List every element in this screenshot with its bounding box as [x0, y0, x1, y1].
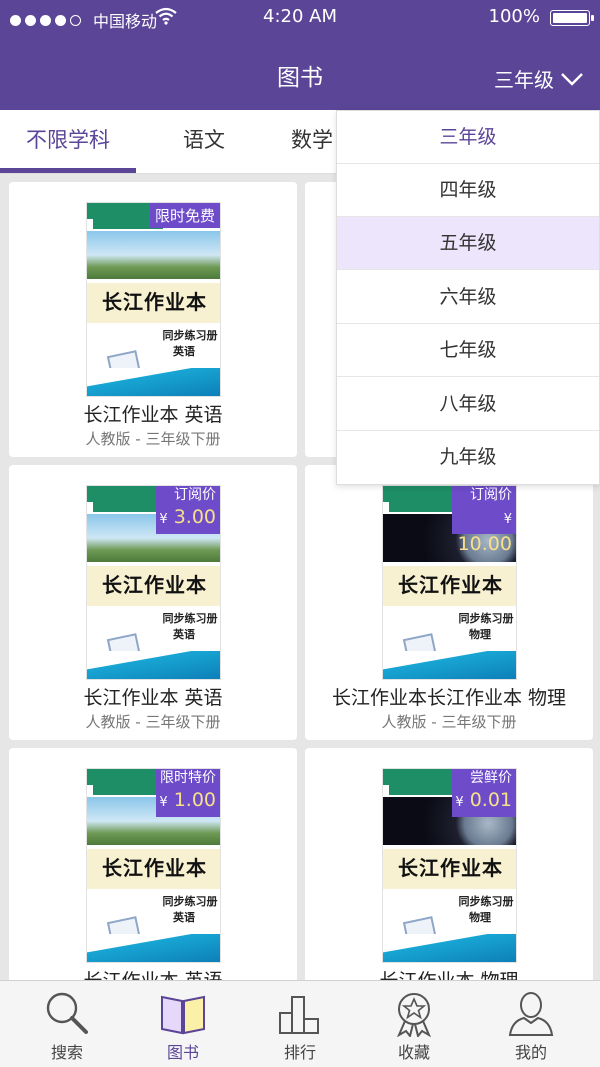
grade-selector[interactable]: 三年级 — [494, 64, 584, 93]
price-badge: 订阅价 ¥ 10.00 — [452, 486, 516, 555]
tab-search[interactable]: 搜索 — [7, 981, 127, 1067]
price-badge: 订阅价 ¥ 3.00 — [156, 486, 220, 534]
price-value: 0.01 — [469, 789, 512, 811]
bottom-tab-bar: 搜索 图书 排行 收藏 我的 — [0, 980, 600, 1067]
search-icon — [46, 992, 88, 1034]
grade-selector-label: 三年级 — [494, 68, 554, 92]
grade-option[interactable]: 六年级 — [337, 271, 599, 324]
book-card[interactable]: 长江作业本 同步练习册 英语 订阅价 ¥ 3.00 长江作业本 英语 人教版 -… — [9, 465, 297, 740]
book-cover: 长江作业本 同步练习册 英语 限时特价 ¥ 1.00 — [86, 768, 221, 963]
price-badge: 尝鲜价 ¥ 0.01 — [452, 769, 516, 817]
battery-icon — [550, 10, 594, 26]
tab-profile[interactable]: 我的 — [471, 981, 591, 1067]
book-icon — [161, 995, 205, 1035]
book-card[interactable]: 长江作业本 同步练习册 物理 订阅价 ¥ 10.00 长江作业本长江作业本 物理… — [305, 465, 593, 740]
price-value: 1.00 — [173, 789, 216, 811]
price-badge: 限时特价 ¥ 1.00 — [156, 769, 220, 817]
price-value: 3.00 — [173, 506, 216, 528]
book-card[interactable]: 长江作业本 同步练习册 英语 限时免费 长江作业本 英语 人教版 - 三年级下册 — [9, 182, 297, 457]
book-title: 长江作业本 英语 — [83, 404, 223, 426]
grade-option[interactable]: 九年级 — [337, 431, 599, 484]
grade-option[interactable]: 四年级 — [337, 164, 599, 217]
tab-favorites[interactable]: 收藏 — [354, 981, 474, 1067]
book-cover: 长江作业本 同步练习册 英语 限时免费 — [86, 202, 221, 397]
grade-dropdown: 三年级 四年级 五年级 六年级 七年级 八年级 九年级 — [336, 110, 600, 485]
book-title: 长江作业本长江作业本 物理 — [331, 687, 567, 709]
book-edition: 人教版 - 三年级下册 — [85, 430, 221, 448]
ranking-icon — [279, 996, 319, 1034]
grade-option[interactable]: 八年级 — [337, 378, 599, 431]
cover-scene-image — [87, 231, 220, 279]
book-edition: 人教版 - 三年级下册 — [381, 713, 517, 731]
promo-badge: 限时免费 — [149, 203, 220, 228]
chevron-down-icon — [561, 72, 583, 86]
book-edition: 人教版 - 三年级下册 — [85, 713, 221, 731]
battery-percent: 100% — [488, 6, 540, 27]
book-cover: 长江作业本 同步练习册 物理 订阅价 ¥ 10.00 — [382, 485, 517, 680]
grade-option[interactable]: 七年级 — [337, 324, 599, 377]
book-cover: 长江作业本 同步练习册 英语 订阅价 ¥ 3.00 — [86, 485, 221, 680]
grade-option[interactable]: 三年级 — [337, 111, 599, 164]
medal-icon — [397, 993, 431, 1037]
book-cover: 长江作业本 同步练习册 物理 尝鲜价 ¥ 0.01 — [382, 768, 517, 963]
tab-books[interactable]: 图书 — [123, 981, 243, 1067]
tab-chinese[interactable]: 语文 — [136, 110, 272, 174]
book-title: 长江作业本 英语 — [83, 687, 223, 709]
top-bar: 中国移动 4:20 AM 100% 图书 三年级 — [0, 0, 600, 110]
tab-ranking[interactable]: 排行 — [240, 981, 360, 1067]
status-bar: 中国移动 4:20 AM 100% — [0, 0, 600, 34]
user-icon — [508, 992, 554, 1036]
grade-option[interactable]: 五年级 — [337, 217, 599, 270]
tab-all-subjects[interactable]: 不限学科 — [0, 110, 136, 174]
price-value: 10.00 — [457, 533, 512, 555]
active-tab-indicator — [0, 168, 136, 173]
